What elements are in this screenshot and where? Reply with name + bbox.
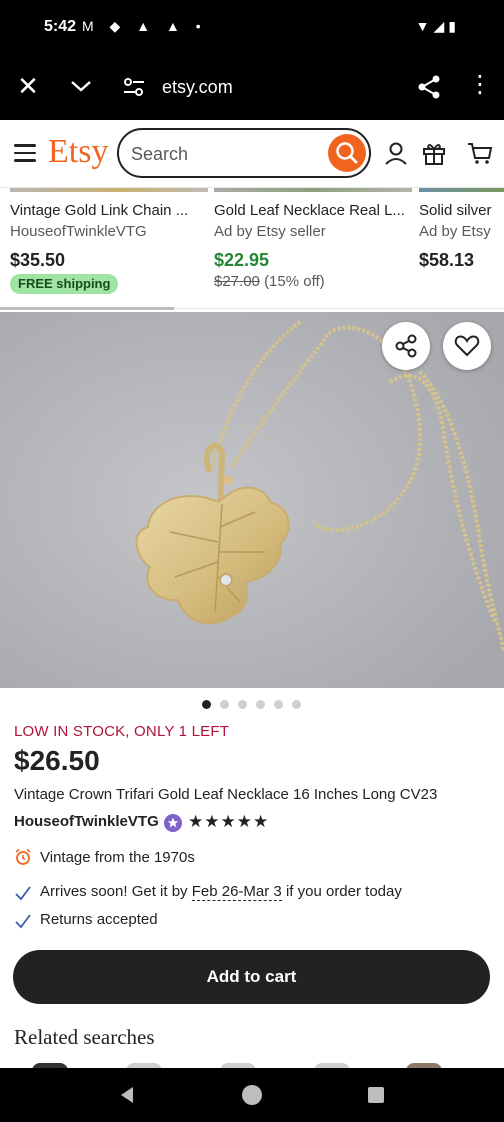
- arrival-suffix: if you order today: [285, 883, 402, 900]
- arrival-estimate: Arrives soon! Get it by Feb 26-Mar 3 if …: [40, 883, 402, 901]
- close-icon[interactable]: ✕: [16, 73, 40, 99]
- chevron-down-icon[interactable]: [68, 74, 94, 98]
- account-icon[interactable]: [383, 140, 409, 166]
- discount-label: (15% off): [264, 273, 325, 290]
- carousel-card-original-price: $27.00 (15% off): [214, 273, 325, 290]
- carousel-card-ad-label: Ad by Etsy seller: [214, 223, 326, 240]
- arrival-dates-link[interactable]: Feb 26-Mar 3: [191, 883, 282, 901]
- share-button[interactable]: [382, 322, 430, 370]
- cart-icon[interactable]: [467, 140, 493, 166]
- heart-icon: [454, 335, 480, 357]
- stock-notice: LOW IN STOCK, ONLY 1 LEFT: [14, 723, 230, 740]
- pagination-dot[interactable]: [256, 700, 265, 709]
- pagination-dot[interactable]: [238, 700, 247, 709]
- share-icon[interactable]: [416, 74, 442, 100]
- status-bar: 5:42 M ◆ ▲ ▲ • ▼◢▮: [0, 0, 504, 56]
- carousel-card[interactable]: Gold Leaf Necklace Real L... Ad by Etsy …: [214, 188, 412, 290]
- carousel-card-shop: HouseofTwinkleVTG: [10, 223, 147, 240]
- site-settings-icon[interactable]: [122, 76, 146, 98]
- browser-toolbar: ✕ etsy.com ⋮: [0, 56, 504, 120]
- pagination-dot[interactable]: [292, 700, 301, 709]
- hamburger-menu-icon[interactable]: [14, 144, 36, 162]
- star-seller-badge-icon: [164, 814, 182, 832]
- notification-icons: M ◆ ▲ ▲ •: [82, 18, 207, 34]
- search-icon: [336, 142, 358, 164]
- carousel-card-sale-price: $22.95: [214, 250, 270, 270]
- pagination-dot[interactable]: [220, 700, 229, 709]
- carousel-card-image[interactable]: [419, 188, 504, 192]
- back-icon[interactable]: [118, 1086, 136, 1104]
- carousel-card[interactable]: Vintage Gold Link Chain ... HouseofTwink…: [10, 188, 208, 294]
- checkmark-icon: [15, 886, 31, 901]
- carousel-card-image[interactable]: [10, 188, 208, 192]
- carousel-card-title[interactable]: Vintage Gold Link Chain ...: [10, 202, 208, 219]
- product-price: $26.50: [14, 745, 100, 776]
- carousel-card-title[interactable]: Solid silver: [419, 202, 504, 219]
- free-shipping-badge: FREE shipping: [10, 274, 119, 294]
- favorite-button[interactable]: [443, 322, 491, 370]
- rating-stars[interactable]: ★★★★★: [188, 812, 269, 832]
- home-icon[interactable]: [242, 1085, 262, 1105]
- status-time: 5:42: [44, 18, 77, 35]
- pagination-dot-active[interactable]: [202, 700, 211, 709]
- carousel-card[interactable]: Solid silver Ad by Etsy $58.13: [419, 188, 504, 270]
- carousel-card-ad-label: Ad by Etsy: [419, 223, 491, 240]
- carousel-card-price: $35.50: [10, 250, 66, 270]
- search-input[interactable]: [131, 142, 321, 166]
- more-menu-icon[interactable]: ⋮: [468, 73, 492, 100]
- related-searches-heading: Related searches: [14, 1025, 155, 1049]
- shop-name-link[interactable]: HouseofTwinkleVTG: [14, 813, 159, 830]
- recommended-carousel: Vintage Gold Link Chain ... HouseofTwink…: [0, 188, 504, 308]
- carousel-card-image[interactable]: [214, 188, 412, 192]
- share-icon: [395, 334, 417, 358]
- product-title: Vintage Crown Trifari Gold Leaf Necklace…: [14, 786, 438, 803]
- vintage-label: Vintage from the 1970s: [40, 849, 195, 866]
- arrival-prefix: Arrives soon! Get it by: [40, 883, 188, 900]
- carousel-card-title[interactable]: Gold Leaf Necklace Real L...: [214, 202, 412, 219]
- search-button[interactable]: [328, 134, 366, 172]
- checkmark-icon: [15, 914, 31, 929]
- etsy-logo[interactable]: Etsy: [48, 133, 108, 171]
- original-price: $27.00: [214, 273, 260, 290]
- carousel-card-price: $58.13: [419, 250, 475, 270]
- gift-icon[interactable]: [421, 140, 447, 166]
- url-text[interactable]: etsy.com: [162, 77, 233, 98]
- system-status-icons: ▼◢▮: [415, 18, 460, 34]
- returns-label: Returns accepted: [40, 911, 158, 928]
- add-to-cart-button[interactable]: Add to cart: [13, 950, 490, 1004]
- carousel-scrollbar[interactable]: [0, 307, 174, 310]
- recent-apps-icon[interactable]: [368, 1087, 384, 1103]
- search-bar: [117, 128, 371, 178]
- alarm-clock-icon: [15, 848, 31, 865]
- pagination-dot[interactable]: [274, 700, 283, 709]
